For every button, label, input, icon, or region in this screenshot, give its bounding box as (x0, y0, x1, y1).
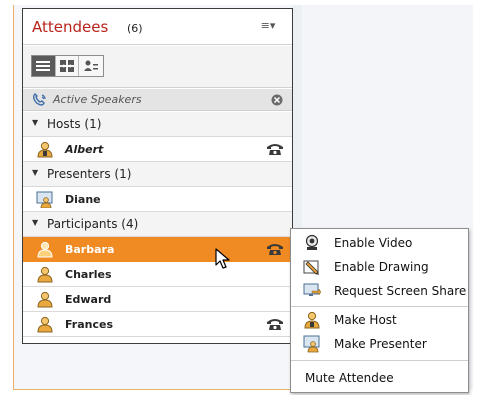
active-speakers-bar: Active Speakers (23, 89, 292, 111)
attendee-name: Barbara (65, 243, 115, 256)
menu-separator (291, 306, 468, 307)
attendee-name: Charles (65, 268, 112, 281)
host-icon (304, 311, 320, 329)
attendee-row-barbara[interactable]: Barbara (23, 237, 292, 262)
participant-icon (37, 316, 53, 333)
presenter-icon (303, 335, 320, 353)
phone-speaker-icon (32, 93, 46, 106)
group-header-hosts[interactable]: ▼ Hosts (1) (23, 112, 292, 137)
close-icon[interactable] (271, 94, 283, 106)
attendee-count: (6) (127, 22, 143, 35)
mouse-cursor-icon (215, 248, 230, 269)
telephone-icon (267, 244, 283, 255)
menu-item-label: Enable Video (334, 236, 413, 250)
telephone-icon (267, 144, 283, 155)
menu-item-make-host[interactable]: Make Host (291, 308, 468, 332)
breakout-view-button[interactable] (56, 56, 80, 76)
menu-item-label: Make Host (334, 313, 397, 327)
participant-icon (37, 266, 53, 283)
status-view-icon (84, 60, 99, 71)
host-icon (37, 141, 53, 158)
attendee-name: Diane (65, 193, 101, 206)
attendee-row-diane[interactable]: Diane (23, 187, 292, 212)
view-switcher (31, 55, 104, 77)
screen-share-icon (303, 283, 321, 296)
menu-item-enable-drawing[interactable]: Enable Drawing (291, 255, 468, 279)
view-toolbar (23, 46, 292, 88)
attendee-row-frances[interactable]: Frances (23, 312, 292, 337)
breakout-view-icon (60, 60, 74, 72)
menu-item-label: Enable Drawing (334, 260, 429, 274)
menu-separator (291, 360, 468, 361)
attendee-name: Edward (65, 293, 112, 306)
group-label: Hosts (1) (47, 117, 102, 131)
group-header-presenters[interactable]: ▼ Presenters (1) (23, 162, 292, 187)
menu-item-label: Make Presenter (334, 337, 427, 351)
attendees-pod: Attendees (6) ≡▾ Active Speakers ▼ Hosts… (22, 8, 293, 344)
menu-item-make-presenter[interactable]: Make Presenter (291, 332, 468, 356)
list-view-button[interactable] (32, 56, 56, 76)
pod-title: Attendees (32, 18, 109, 36)
participant-icon (37, 241, 53, 258)
pencil-icon (303, 260, 319, 275)
webcam-icon (305, 234, 319, 250)
pod-header: Attendees (6) ≡▾ (23, 9, 292, 45)
collapse-triangle-icon: ▼ (32, 168, 39, 177)
active-speakers-label: Active Speakers (53, 93, 142, 106)
attendee-context-menu: Enable Video Enable Drawing Request Scre… (290, 228, 469, 393)
presenter-icon (36, 191, 53, 208)
pod-options-menu-icon[interactable]: ≡▾ (252, 19, 284, 35)
status-view-button[interactable] (79, 56, 103, 76)
attendee-name: Albert (65, 143, 104, 156)
collapse-triangle-icon: ▼ (32, 218, 39, 227)
participant-icon (37, 291, 53, 308)
telephone-icon (267, 319, 283, 330)
menu-item-request-screen-share[interactable]: Request Screen Share (291, 279, 468, 303)
menu-item-label: Request Screen Share (334, 284, 467, 298)
group-header-participants[interactable]: ▼ Participants (4) (23, 212, 292, 237)
collapse-triangle-icon: ▼ (32, 118, 39, 127)
list-view-icon (36, 61, 51, 71)
menu-item-mute-attendee[interactable]: Mute Attendee (291, 366, 468, 390)
attendee-row-charles[interactable]: Charles (23, 262, 292, 287)
menu-item-enable-video[interactable]: Enable Video (291, 231, 468, 255)
menu-item-label: Mute Attendee (305, 371, 394, 385)
attendee-name: Frances (65, 318, 114, 331)
group-label: Presenters (1) (47, 167, 132, 181)
attendee-row-albert[interactable]: Albert (23, 137, 292, 162)
group-label: Participants (4) (47, 217, 139, 231)
attendee-row-edward[interactable]: Edward (23, 287, 292, 312)
